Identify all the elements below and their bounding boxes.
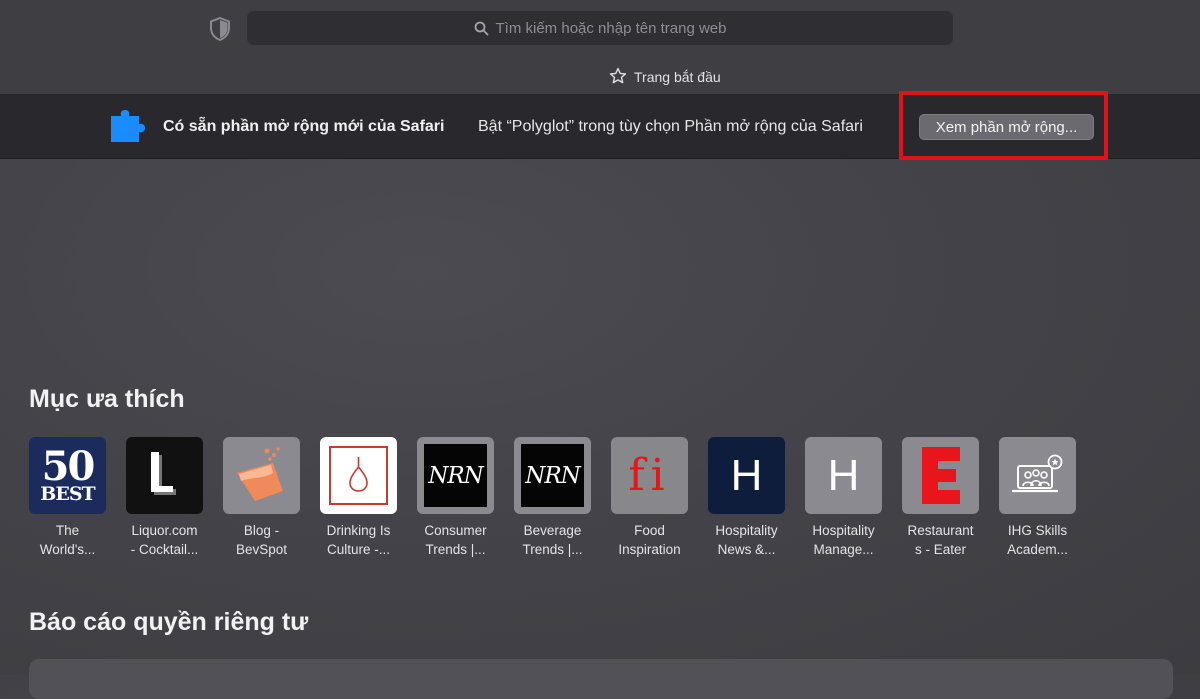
h-letter-icon: H xyxy=(805,437,882,514)
drop-logo-icon xyxy=(320,437,397,514)
favorite-food-inspiration[interactable]: fi Food Inspiration xyxy=(611,437,708,559)
tab-start-page[interactable]: Trang bắt đầu xyxy=(609,66,721,88)
favorites-heading: Mục ưa thích xyxy=(29,385,185,413)
puzzle-piece-icon xyxy=(109,110,147,144)
nrn-logo-icon: NRN xyxy=(417,437,494,514)
address-bar[interactable]: Tìm kiếm hoặc nhập tên trang web xyxy=(247,11,953,45)
tab-label: Trang bắt đầu xyxy=(634,69,721,85)
eater-logo-icon xyxy=(902,437,979,514)
highlight-box xyxy=(899,91,1108,160)
favorite-drinking-is-culture[interactable]: Drinking Is Culture -... xyxy=(320,437,417,559)
favorite-liquor-com[interactable]: Liquor.com - Cocktail... xyxy=(126,437,223,559)
favorite-nrn-consumer-trends[interactable]: NRN Consumer Trends |... xyxy=(417,437,514,559)
favorite-restaurants-eater[interactable]: Restaurant s - Eater xyxy=(902,437,999,559)
ihg-academy-icon xyxy=(999,437,1076,514)
favorite-label: Blog - BevSpot xyxy=(235,523,288,557)
address-placeholder: Tìm kiếm hoặc nhập tên trang web xyxy=(495,19,727,37)
favorite-hospitality-management[interactable]: H Hospitality Manage... xyxy=(805,437,902,559)
favorite-ihg-skills-academy[interactable]: IHG Skills Academ... xyxy=(999,437,1096,559)
favorite-label: IHG Skills Academ... xyxy=(1007,523,1068,557)
privacy-report-heading: Báo cáo quyền riêng tư xyxy=(29,608,309,636)
favorite-label: Hospitality News &... xyxy=(715,523,778,557)
privacy-report-card[interactable] xyxy=(29,659,1173,699)
favorite-label: Hospitality Manage... xyxy=(812,523,875,557)
privacy-shield-icon[interactable] xyxy=(209,16,231,42)
favorite-worlds-50-best[interactable]: 50 BEST The World's... xyxy=(29,437,126,559)
fi-logo-icon: fi xyxy=(611,437,688,514)
favorite-label: The World's... xyxy=(39,523,96,557)
favorite-label: Beverage Trends |... xyxy=(522,523,583,557)
banner-message: Bật “Polyglot” trong tùy chọn Phần mở rộ… xyxy=(478,118,863,135)
favorite-label: Restaurant s - Eater xyxy=(907,523,974,557)
search-icon xyxy=(474,21,489,36)
fifty-best-logo-icon: 50 BEST xyxy=(29,437,106,514)
favorite-label: Consumer Trends |... xyxy=(424,523,487,557)
favorite-bevspot-blog[interactable]: Blog - BevSpot xyxy=(223,437,320,559)
favorite-hospitality-news[interactable]: H Hospitality News &... xyxy=(708,437,805,559)
favorite-label: Food Inspiration xyxy=(618,523,681,557)
favorite-label: Liquor.com - Cocktail... xyxy=(130,523,199,557)
favorites-grid: 50 BEST The World's... Liquor.com - Cockta… xyxy=(29,437,1096,559)
bevspot-bucket-icon xyxy=(223,437,300,514)
liquor-logo-icon xyxy=(126,437,203,514)
banner-title: Có sẵn phần mở rộng mới của Safari xyxy=(163,118,445,135)
favorite-nrn-beverage-trends[interactable]: NRN Beverage Trends |... xyxy=(514,437,611,559)
h-letter-icon: H xyxy=(708,437,785,514)
nrn-logo-icon: NRN xyxy=(514,437,591,514)
star-icon xyxy=(609,67,627,88)
favorite-label: Drinking Is Culture -... xyxy=(326,523,391,557)
